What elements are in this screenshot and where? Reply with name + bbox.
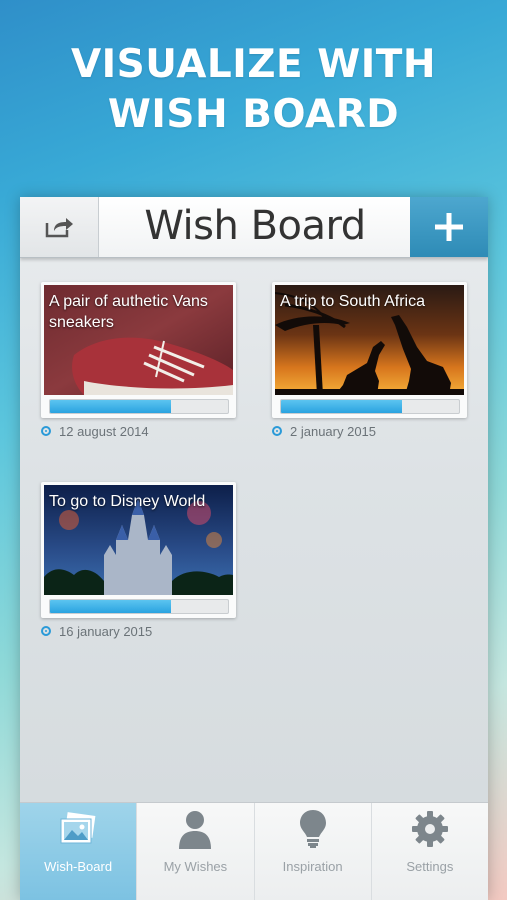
share-icon	[45, 218, 73, 238]
wish-progress-fill	[50, 400, 172, 413]
wish-progress-fill	[50, 600, 172, 613]
wish-photo-africa: A trip to South Africa	[275, 285, 464, 395]
wish-date-text: 16 january 2015	[59, 623, 153, 639]
tab-label: Wish-Board	[44, 859, 113, 874]
wish-card[interactable]: A pair of authetic Vans sneakers	[41, 282, 236, 418]
lightbulb-icon	[293, 809, 333, 849]
wish-title: A trip to South Africa	[280, 293, 425, 310]
page-title: Wish Board	[144, 203, 366, 249]
add-wish-button[interactable]	[410, 197, 488, 257]
wish-title: A pair of authetic Vans sneakers	[49, 293, 208, 331]
wish-progress-fill	[281, 400, 403, 413]
gear-icon	[410, 809, 450, 849]
wish-date: 2 january 2015	[272, 423, 376, 439]
tab-label: Inspiration	[282, 859, 343, 874]
app-screen: Wish Board A pair of authetic Vans sneak…	[20, 197, 488, 900]
target-icon	[41, 426, 51, 436]
share-button[interactable]	[20, 197, 99, 257]
wish-date-text: 2 january 2015	[290, 423, 377, 439]
wish-date: 12 august 2014	[41, 423, 149, 439]
wish-card[interactable]: A trip to South Africa	[272, 282, 467, 418]
tab-bar: Wish-Board My Wishes Inspiration Setting…	[20, 802, 488, 900]
wish-photo-sneakers: A pair of authetic Vans sneakers	[44, 285, 233, 395]
wish-progress-bar	[49, 399, 229, 414]
promo-headline: VISUALIZE WITH WISH BOARD	[0, 40, 507, 140]
headline-line-1: VISUALIZE WITH	[70, 42, 437, 87]
headline-line-2: WISH BOARD	[107, 92, 400, 137]
wish-date: 16 january 2015	[41, 623, 152, 639]
wish-photo-disney: To go to Disney World	[44, 485, 233, 595]
wish-progress-bar	[280, 399, 460, 414]
wish-progress-bar	[49, 599, 229, 614]
tab-inspiration[interactable]: Inspiration	[255, 803, 372, 900]
photos-icon	[58, 809, 98, 849]
wish-date-text: 12 august 2014	[59, 423, 149, 439]
navigation-bar: Wish Board	[20, 197, 488, 258]
tab-label: My Wishes	[163, 859, 228, 874]
wish-card[interactable]: To go to Disney World	[41, 482, 236, 618]
tab-my-wishes[interactable]: My Wishes	[137, 803, 255, 900]
target-icon	[272, 426, 282, 436]
tab-label: Settings	[406, 859, 454, 874]
tab-wish-board[interactable]: Wish-Board	[20, 803, 138, 900]
tab-settings[interactable]: Settings	[372, 803, 488, 900]
person-icon	[175, 809, 215, 849]
target-icon	[41, 626, 51, 636]
plus-icon	[435, 213, 463, 241]
wish-title: To go to Disney World	[49, 493, 206, 510]
